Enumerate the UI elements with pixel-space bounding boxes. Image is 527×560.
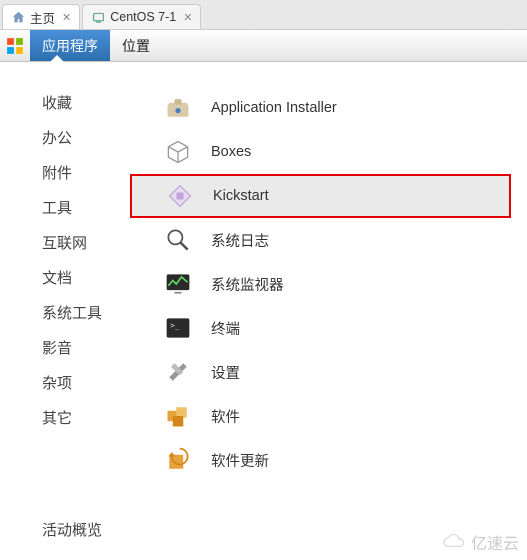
category-favorites[interactable]: 收藏 bbox=[42, 92, 145, 113]
app-label: 系统日志 bbox=[211, 230, 269, 251]
logs-icon bbox=[163, 225, 193, 255]
home-icon bbox=[11, 10, 25, 24]
svg-text:>_: >_ bbox=[170, 321, 180, 330]
os-logo-icon bbox=[4, 35, 26, 57]
tab-label: CentOS 7-1 bbox=[110, 10, 176, 24]
app-software[interactable]: 软件 bbox=[155, 394, 517, 438]
close-icon[interactable]: ✕ bbox=[60, 11, 71, 24]
menu-label: 位置 bbox=[122, 36, 150, 56]
cloud-icon bbox=[441, 533, 467, 551]
app-system-monitor[interactable]: 系统监视器 bbox=[155, 262, 517, 306]
boxes-icon bbox=[163, 137, 193, 167]
browser-tabbar: 主页 ✕ CentOS 7-1 ✕ bbox=[0, 0, 527, 30]
app-label: Boxes bbox=[211, 144, 251, 160]
app-label: 终端 bbox=[211, 318, 240, 339]
software-icon bbox=[163, 401, 193, 431]
menu-label: 应用程序 bbox=[42, 36, 98, 56]
vm-icon bbox=[91, 10, 105, 24]
app-installer-icon bbox=[163, 93, 193, 123]
app-kickstart[interactable]: Kickstart bbox=[130, 174, 511, 218]
app-boxes[interactable]: Boxes bbox=[155, 130, 517, 174]
category-office[interactable]: 办公 bbox=[42, 127, 145, 148]
monitor-icon bbox=[163, 269, 193, 299]
tab-centos[interactable]: CentOS 7-1 ✕ bbox=[82, 4, 201, 29]
applications-menu: 收藏 办公 附件 工具 互联网 文档 系统工具 影音 杂项 其它 Applica… bbox=[0, 62, 527, 560]
app-label: 软件 bbox=[211, 406, 240, 427]
tab-home[interactable]: 主页 ✕ bbox=[2, 4, 80, 29]
terminal-icon: >_ bbox=[163, 313, 193, 343]
app-application-installer[interactable]: Application Installer bbox=[155, 86, 517, 130]
close-icon[interactable]: ✕ bbox=[181, 11, 192, 24]
app-system-logs[interactable]: 系统日志 bbox=[155, 218, 517, 262]
category-documents[interactable]: 文档 bbox=[42, 267, 145, 288]
settings-icon bbox=[163, 357, 193, 387]
category-multimedia[interactable]: 影音 bbox=[42, 337, 145, 358]
app-label: Application Installer bbox=[211, 100, 337, 116]
category-system-tools[interactable]: 系统工具 bbox=[42, 302, 145, 323]
app-label: 设置 bbox=[211, 362, 240, 383]
application-list: Application Installer Boxes Kickstart 系统… bbox=[145, 62, 527, 560]
category-list: 收藏 办公 附件 工具 互联网 文档 系统工具 影音 杂项 其它 bbox=[0, 62, 145, 560]
watermark-text: 亿速云 bbox=[471, 530, 519, 554]
kickstart-icon bbox=[165, 181, 195, 211]
category-misc[interactable]: 其它 bbox=[42, 407, 145, 428]
watermark: 亿速云 bbox=[441, 530, 519, 554]
update-icon bbox=[163, 445, 193, 475]
overview-label: 活动概览 bbox=[42, 522, 102, 539]
menu-places[interactable]: 位置 bbox=[110, 30, 162, 61]
app-terminal[interactable]: >_ 终端 bbox=[155, 306, 517, 350]
app-label: Kickstart bbox=[213, 188, 269, 204]
category-other[interactable]: 杂项 bbox=[42, 372, 145, 393]
app-settings[interactable]: 设置 bbox=[155, 350, 517, 394]
menu-applications[interactable]: 应用程序 bbox=[30, 30, 110, 61]
app-label: 系统监视器 bbox=[211, 274, 284, 295]
app-software-update[interactable]: 软件更新 bbox=[155, 438, 517, 482]
top-menubar: 应用程序 位置 bbox=[0, 30, 527, 62]
category-internet[interactable]: 互联网 bbox=[42, 232, 145, 253]
activities-overview[interactable]: 活动概览 bbox=[42, 519, 102, 540]
tab-label: 主页 bbox=[30, 8, 55, 27]
app-label: 软件更新 bbox=[211, 450, 269, 471]
